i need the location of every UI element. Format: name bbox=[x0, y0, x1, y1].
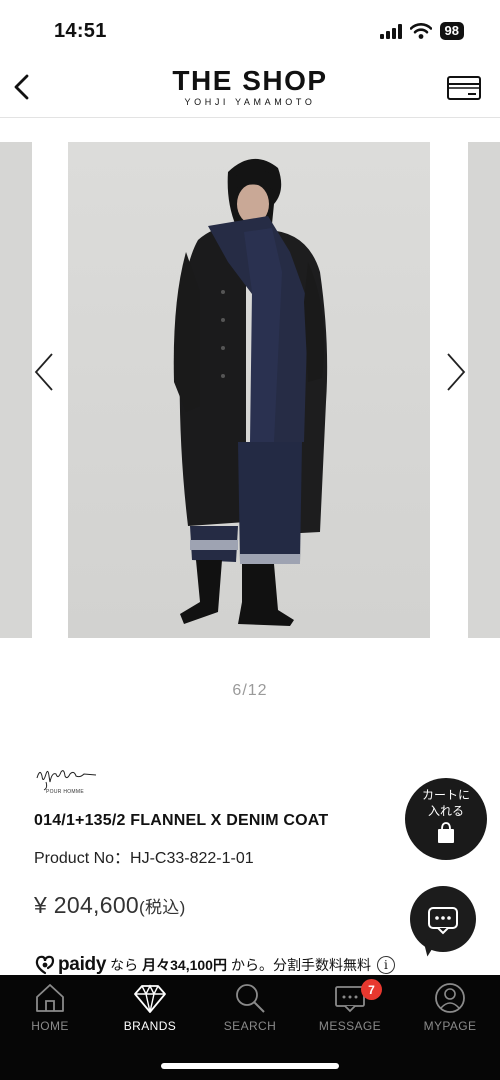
product-image-gallery[interactable] bbox=[0, 142, 500, 638]
nav-brands[interactable]: BRANDS bbox=[100, 981, 200, 1041]
home-icon bbox=[36, 984, 64, 1012]
diamond-icon bbox=[134, 984, 166, 1013]
nav-mypage-label: MYPAGE bbox=[423, 1019, 477, 1033]
chat-icon bbox=[428, 907, 458, 935]
paidy-text-pre: なら bbox=[110, 957, 139, 973]
paidy-mark-icon bbox=[35, 955, 55, 975]
battery-indicator: 98 bbox=[439, 22, 464, 40]
user-icon bbox=[435, 983, 465, 1013]
shopping-bag-icon bbox=[438, 822, 454, 843]
app-header: THE SHOP YOHJI YAMAMOTO bbox=[0, 60, 500, 118]
nav-message[interactable]: 7 MESSAGE bbox=[300, 979, 400, 1041]
nav-message-label: MESSAGE bbox=[318, 1019, 382, 1033]
status-time: 14:51 bbox=[54, 20, 107, 42]
next-image-peek[interactable] bbox=[468, 142, 500, 638]
nav-search[interactable]: SEARCH bbox=[200, 981, 300, 1041]
add-to-cart-button[interactable]: カートに 入れる bbox=[405, 778, 487, 860]
paidy-monthly-amount: 月々34,100円 bbox=[142, 957, 227, 973]
image-counter: 6/12 bbox=[232, 682, 268, 699]
price-value: ¥ 204,600 bbox=[34, 892, 140, 918]
shop-logo[interactable]: THE SHOP YOHJI YAMAMOTO bbox=[0, 65, 500, 108]
paidy-logo: paidy bbox=[34, 954, 106, 976]
chevron-left-icon[interactable] bbox=[30, 350, 58, 394]
chevron-right-icon[interactable] bbox=[442, 350, 470, 394]
message-count-badge: 7 bbox=[361, 979, 382, 1000]
nav-home-label: HOME bbox=[31, 1019, 69, 1033]
logo-sub-text: YOHJI YAMAMOTO bbox=[184, 97, 316, 107]
logo-main-text: THE SHOP bbox=[172, 65, 328, 96]
product-price: ¥ 204,600(税込) bbox=[34, 892, 186, 919]
chat-button[interactable] bbox=[410, 886, 476, 958]
product-number: Product No：HJ-C33-822-1-01 bbox=[34, 850, 254, 867]
add-to-cart-label-line1: カートに bbox=[421, 788, 470, 802]
brand-subline: POUR HOMME bbox=[46, 789, 84, 795]
add-to-cart-label-line2: 入れる bbox=[427, 804, 464, 818]
paidy-wordmark: paidy bbox=[58, 954, 107, 975]
credit-card-icon[interactable] bbox=[446, 74, 482, 102]
home-indicator bbox=[161, 1063, 339, 1069]
nav-search-label: SEARCH bbox=[223, 1019, 277, 1033]
paidy-text-post: から。分割手数料無料 bbox=[230, 957, 371, 973]
previous-image-peek[interactable] bbox=[0, 142, 32, 638]
search-icon bbox=[236, 984, 265, 1013]
status-bar: 14:51 98 bbox=[0, 0, 500, 60]
model-photo bbox=[68, 142, 430, 638]
wifi-icon bbox=[409, 23, 432, 39]
cellular-signal-icon bbox=[379, 23, 402, 39]
nav-mypage[interactable]: MYPAGE bbox=[400, 981, 500, 1041]
status-icons: 98 bbox=[379, 22, 464, 40]
price-tax-label: (税込) bbox=[139, 898, 186, 917]
nav-brands-label: BRANDS bbox=[123, 1019, 177, 1033]
bottom-navigation: HOME BRANDS SEARCH 7 MESSAGE MYPAGE bbox=[0, 975, 500, 1080]
product-name: 014/1+135/2 FLANNEL X DENIM COAT bbox=[34, 812, 329, 829]
nav-home[interactable]: HOME bbox=[0, 981, 100, 1041]
product-image[interactable] bbox=[68, 142, 430, 638]
paidy-installment-row: paidy なら 月々34,100円 から。分割手数料無料 i bbox=[34, 953, 395, 977]
info-icon[interactable]: i bbox=[376, 956, 395, 974]
